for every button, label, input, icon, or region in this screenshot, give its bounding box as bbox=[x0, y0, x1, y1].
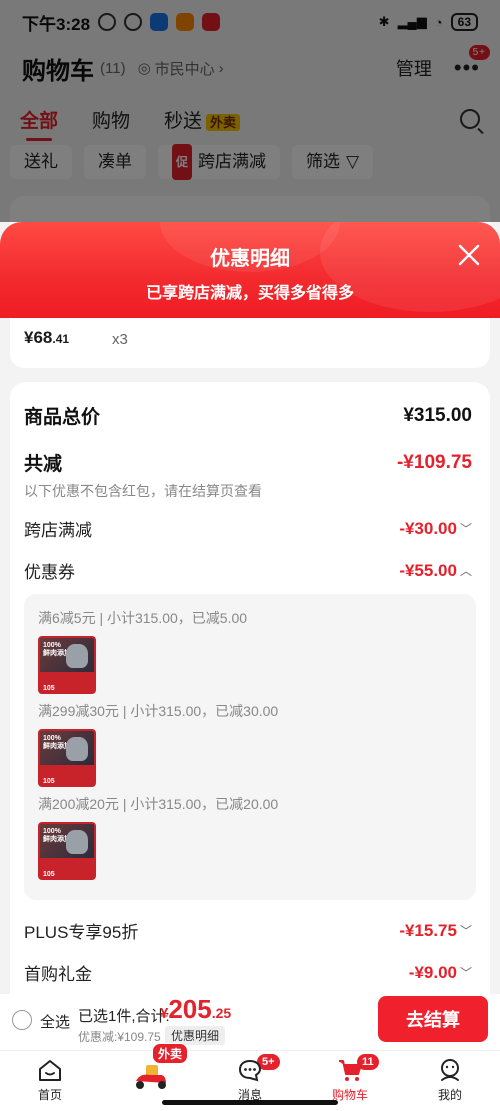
total-row: 商品总价 ¥315.00 bbox=[24, 402, 472, 429]
cross-store-amount: -¥30.00 bbox=[399, 518, 457, 538]
thumb-text: 100% bbox=[43, 642, 61, 649]
popup-subtitle: 已享跨店满减，买得多省得多 bbox=[145, 285, 354, 302]
discount-summary: 优惠减:¥109.75 bbox=[78, 1030, 161, 1044]
total-int: 205 bbox=[168, 994, 212, 1024]
product-thumbnail[interactable]: 100% 鲜肉添加 105 bbox=[38, 636, 96, 694]
coupon-row[interactable]: 优惠券 -¥55.00 ︿ bbox=[24, 558, 472, 583]
item-qty: x3 bbox=[112, 331, 128, 348]
coupon-line: 满200减20元 | 小计315.00，已减20.00 bbox=[38, 796, 279, 812]
select-all-checkbox[interactable] bbox=[12, 1010, 32, 1030]
first-purchase-row[interactable]: 首购礼金 -¥9.00 ﹀ bbox=[24, 960, 472, 985]
cross-store-row[interactable]: 跨店满减 -¥30.00 ﹀ bbox=[24, 516, 472, 541]
discount-detail-card: 商品总价 ¥315.00 共减 -¥109.75 以下优惠不包含红包，请在结算页… bbox=[10, 382, 490, 994]
thumb-num: 105 bbox=[43, 778, 55, 785]
item-price: ¥68.41 bbox=[24, 328, 69, 348]
cart-icon bbox=[339, 1060, 362, 1081]
total-amount: ¥205.25 bbox=[160, 994, 231, 1025]
thumb-text: 100% bbox=[43, 735, 61, 742]
chevron-down-icon: ﹀ bbox=[459, 966, 472, 980]
popup-title: 优惠明细 bbox=[210, 248, 290, 270]
bottom-nav: 首页 外卖 5+ 消息 11 购物车 我的 bbox=[0, 1043, 500, 1111]
cross-store-value: -¥30.00 ﹀ bbox=[399, 519, 472, 539]
chat-icon bbox=[238, 1059, 262, 1082]
first-purchase-value: -¥9.00 ﹀ bbox=[409, 963, 472, 983]
plus-row[interactable]: PLUS专享95折 -¥15.75 ﹀ bbox=[24, 918, 472, 943]
coupon-line: 满6减5元 | 小计315.00，已减5.00 bbox=[38, 610, 248, 626]
profile-icon bbox=[441, 1059, 459, 1081]
reduce-label: 共减 bbox=[24, 454, 63, 475]
plus-amount: -¥15.75 bbox=[399, 920, 457, 940]
thumb-text: 100% bbox=[43, 828, 61, 835]
chevron-down-icon: ﹀ bbox=[459, 924, 472, 938]
coupon-detail-box: 满6减5元 | 小计315.00，已减5.00 100% 鲜肉添加 105 满29… bbox=[24, 594, 476, 900]
thumb-num: 105 bbox=[43, 871, 55, 878]
scooter-icon bbox=[136, 1065, 166, 1089]
item-price-dec: .41 bbox=[52, 332, 70, 346]
nav-home-label: 首页 bbox=[37, 1088, 62, 1102]
thumb-num: 105 bbox=[43, 685, 55, 692]
total-dec: .25 bbox=[211, 1005, 232, 1021]
product-thumbnail[interactable]: 100% 鲜肉添加 105 bbox=[38, 729, 96, 787]
total-label: 商品总价 bbox=[24, 407, 101, 428]
close-icon[interactable] bbox=[456, 242, 482, 268]
overlay-mask[interactable] bbox=[0, 0, 500, 222]
home-icon bbox=[39, 1060, 61, 1081]
first-purchase-label: 首购礼金 bbox=[24, 965, 92, 984]
coupon-line: 满299减30元 | 小计315.00，已减30.00 bbox=[38, 703, 279, 719]
plus-label: PLUS专享95折 bbox=[24, 923, 139, 942]
reduce-row: 共减 -¥109.75 bbox=[24, 449, 472, 476]
thumb-text: 鲜肉添加 bbox=[43, 836, 71, 843]
nav-home[interactable]: 首页 bbox=[0, 1051, 100, 1111]
cross-store-label: 跨店满减 bbox=[24, 521, 92, 540]
total-value: ¥315.00 bbox=[403, 404, 472, 426]
coupon-amount: -¥55.00 bbox=[399, 560, 457, 580]
first-purchase-amount: -¥9.00 bbox=[408, 962, 457, 982]
checkout-bar: 全选 已选1件,合计: ¥205.25 优惠减:¥109.75 优惠明细 去结算 bbox=[0, 994, 500, 1050]
home-indicator[interactable] bbox=[162, 1100, 338, 1105]
thumb-text: 鲜肉添加 bbox=[43, 650, 71, 657]
selected-info: 已选1件,合计: bbox=[78, 1008, 170, 1025]
coupon-value: -¥55.00 ︿ bbox=[399, 561, 472, 581]
checkout-button[interactable]: 去结算 bbox=[378, 996, 488, 1042]
nav-profile-label: 我的 bbox=[437, 1088, 462, 1102]
discount-note: 以下优惠不包含红包，请在结算页查看 bbox=[24, 483, 262, 499]
select-all-label[interactable]: 全选 bbox=[40, 1011, 70, 1032]
plus-value: -¥15.75 ﹀ bbox=[399, 921, 472, 941]
product-thumbnail[interactable]: 100% 鲜肉添加 105 bbox=[38, 822, 96, 880]
nav-profile[interactable]: 我的 bbox=[400, 1051, 500, 1111]
popup-header: 优惠明细 已享跨店满减，买得多省得多 bbox=[0, 222, 500, 318]
coupon-label: 优惠券 bbox=[24, 563, 75, 582]
thumb-text: 鲜肉添加 bbox=[43, 743, 71, 750]
item-price-int: ¥68 bbox=[24, 328, 53, 347]
chevron-down-icon: ﹀ bbox=[459, 522, 472, 536]
chevron-up-icon: ︿ bbox=[459, 564, 472, 578]
reduce-value: -¥109.75 bbox=[396, 451, 472, 473]
